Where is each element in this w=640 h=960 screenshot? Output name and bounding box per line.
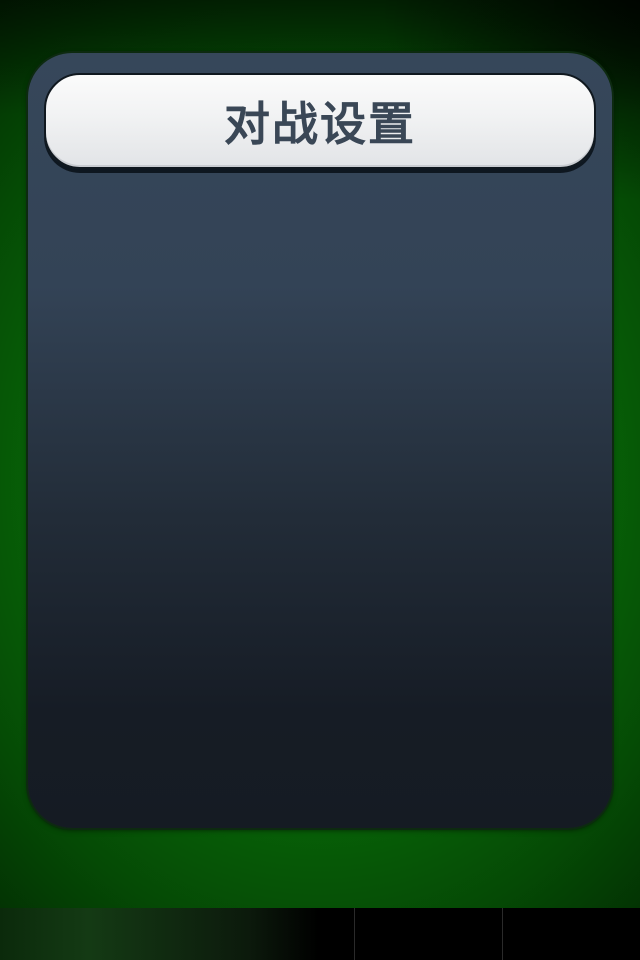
panel-title: 对战设置 xyxy=(224,97,416,151)
bottom-slot-1[interactable] xyxy=(0,908,354,960)
bottom-slot-2[interactable] xyxy=(354,908,502,960)
bottom-slot-3[interactable] xyxy=(502,908,640,960)
bottom-bar xyxy=(0,908,640,960)
battle-settings-panel xyxy=(28,53,612,828)
game-screen: 对战设置 xyxy=(0,0,640,960)
panel-title-bar: 对战设置 xyxy=(44,73,596,169)
